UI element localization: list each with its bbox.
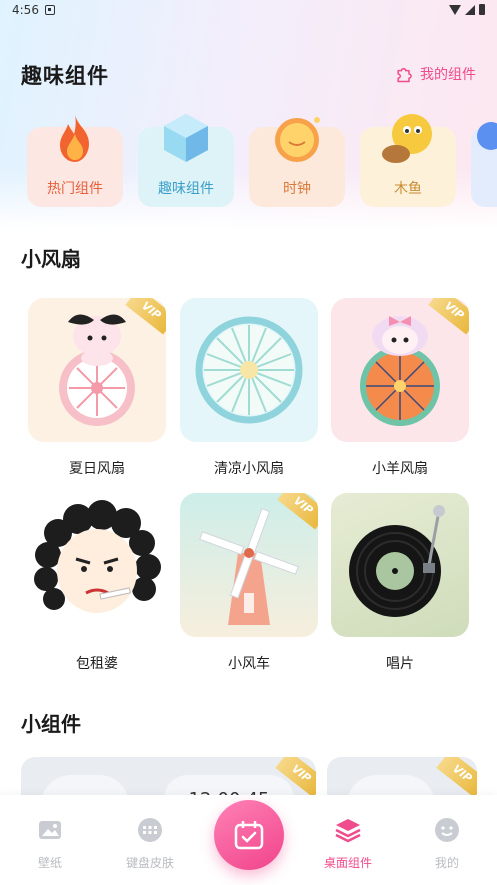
section-title-widgets: 小组件	[21, 712, 81, 736]
fan-item-cool[interactable]: 清凉小风扇	[180, 298, 318, 478]
my-widgets-label: 我的组件	[420, 67, 476, 83]
fan-item-name: 唱片	[386, 656, 414, 672]
nav-item-mine[interactable]: 我的	[407, 817, 487, 871]
nav-label: 壁纸	[37, 856, 62, 870]
image-icon	[39, 821, 61, 839]
cool-fan-art	[195, 316, 303, 424]
status-bar: 4:56	[0, 0, 497, 22]
fan-item-name: 夏日风扇	[69, 461, 125, 477]
nav-item-keyboard[interactable]: 键盘皮肤	[110, 817, 190, 871]
fan-item-summer[interactable]: VIP 夏日风扇	[28, 298, 166, 478]
puzzle-icon	[397, 67, 412, 83]
fan-thumbnail	[180, 298, 318, 442]
category-label: 热门组件	[47, 181, 103, 197]
fan-thumbnail: VIP	[180, 493, 318, 637]
fan-thumbnail	[28, 493, 166, 637]
page-title: 趣味组件	[21, 64, 109, 88]
layers-icon	[335, 819, 361, 843]
notification-icon	[45, 5, 55, 15]
fan-item-record[interactable]: 唱片	[331, 493, 469, 673]
fan-item-sheep[interactable]: VIP 小羊风扇	[331, 298, 469, 478]
smile-icon	[435, 818, 459, 842]
category-label: 木鱼	[394, 181, 422, 197]
fan-item-name: 小风车	[228, 656, 270, 672]
status-time: 4:56	[12, 3, 39, 17]
category-desktop[interactable]: 桌	[471, 110, 497, 208]
fan-item-name: 包租婆	[76, 656, 118, 672]
landlady-art	[34, 500, 161, 613]
center-checkin-button[interactable]	[214, 800, 284, 870]
category-wooden-fish[interactable]: 木鱼	[360, 110, 456, 208]
category-hot[interactable]: 热门组件	[27, 110, 123, 208]
category-clock[interactable]: 时钟	[249, 110, 345, 208]
fire-icon	[60, 114, 89, 162]
nav-item-desktop-widgets[interactable]: 桌面组件	[308, 817, 388, 871]
calendar-check-icon	[234, 821, 264, 850]
nav-item-wallpaper[interactable]: 壁纸	[10, 817, 90, 871]
category-row: 热门组件 趣味组件 时钟 木鱼	[27, 110, 497, 210]
category-fun[interactable]: 趣味组件	[138, 110, 234, 208]
category-label: 桌	[471, 178, 497, 198]
signal-icon	[465, 4, 475, 15]
nav-label: 桌面组件	[323, 856, 372, 870]
fan-item-windmill[interactable]: VIP 小风车	[180, 493, 318, 673]
wooden-fish-icon	[382, 114, 432, 163]
fan-item-landlady[interactable]: 包租婆	[28, 493, 166, 673]
vip-badge: VIP	[436, 757, 477, 798]
nav-label: 键盘皮肤	[125, 856, 174, 870]
fan-item-name: 清凉小风扇	[214, 461, 284, 477]
category-label: 趣味组件	[158, 181, 214, 197]
desktop-icon	[477, 122, 497, 150]
section-title-fans: 小风扇	[21, 247, 81, 271]
status-icons	[449, 4, 485, 15]
clock-icon	[275, 117, 320, 162]
cube-icon	[164, 114, 208, 162]
keyboard-icon	[138, 818, 162, 842]
fan-thumbnail: VIP	[331, 298, 469, 442]
battery-icon	[479, 4, 485, 15]
wifi-icon	[449, 4, 461, 15]
fan-thumbnail: VIP	[28, 298, 166, 442]
fan-item-name: 小羊风扇	[372, 461, 428, 477]
nav-label: 我的	[434, 856, 459, 870]
bottom-nav: 壁纸 键盘皮肤 桌面组件 我的	[0, 795, 497, 885]
my-widgets-link[interactable]: 我的组件	[394, 64, 476, 84]
record-art	[349, 505, 445, 617]
fan-thumbnail	[331, 493, 469, 637]
category-label: 时钟	[283, 181, 311, 197]
